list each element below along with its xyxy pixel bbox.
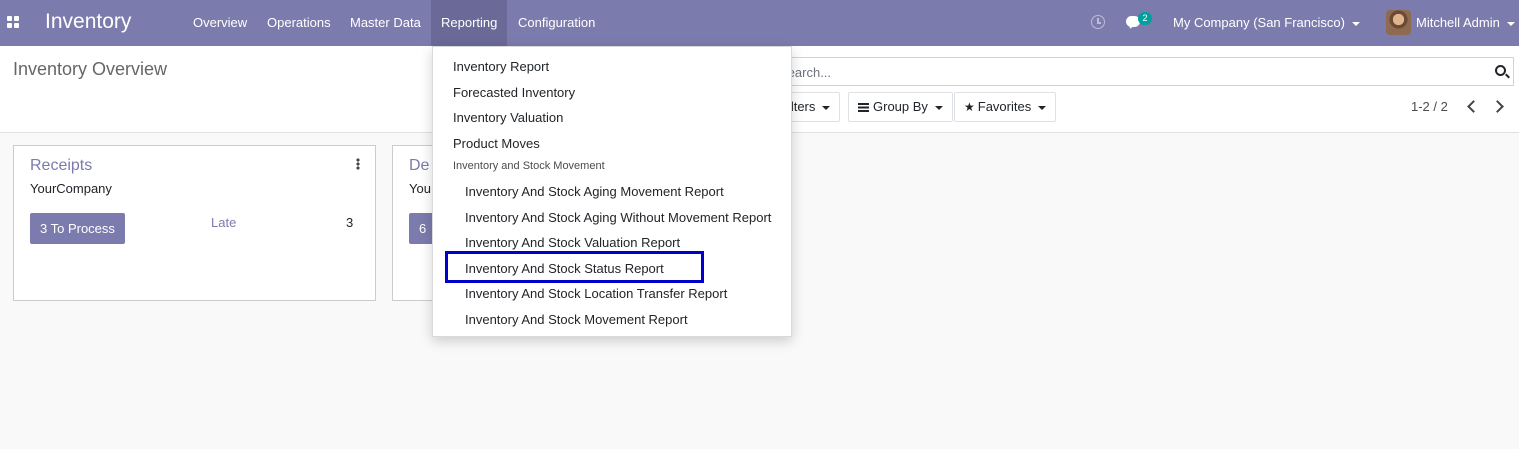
menu-inventory-report[interactable]: Inventory Report xyxy=(453,59,549,74)
highlight-box xyxy=(445,251,704,283)
pager-next-icon[interactable] xyxy=(1490,98,1508,116)
favorites-button[interactable]: ★ Favorites xyxy=(954,92,1057,122)
group-by-label: Group By xyxy=(873,99,928,114)
star-icon: ★ xyxy=(964,100,975,114)
reporting-dropdown: Inventory Report Forecasted Inventory In… xyxy=(432,46,792,337)
late-count[interactable]: 3 xyxy=(346,215,353,230)
page-title: Inventory Overview xyxy=(13,59,168,79)
late-link[interactable]: Late xyxy=(211,215,236,230)
app-title[interactable]: Inventory xyxy=(45,10,131,34)
user-name: Mitchell Admin xyxy=(1416,15,1500,30)
menu-overview[interactable]: Overview xyxy=(183,0,257,46)
user-menu[interactable]: Mitchell Admin xyxy=(1416,0,1515,46)
menu-operations[interactable]: Operations xyxy=(257,0,341,46)
menu-stock-valuation-report[interactable]: Inventory And Stock Valuation Report xyxy=(465,235,680,250)
search-box[interactable] xyxy=(770,57,1514,86)
top-navbar: Inventory Overview Operations Master Dat… xyxy=(0,0,1519,46)
pager-previous-icon[interactable] xyxy=(1462,98,1480,116)
card-company: YourCompany xyxy=(30,181,112,196)
caret-down-icon xyxy=(1038,105,1047,110)
menu-product-moves[interactable]: Product Moves xyxy=(453,136,540,151)
caret-down-icon xyxy=(822,105,831,110)
favorites-label: Favorites xyxy=(977,99,1032,114)
kanban-card-receipts[interactable]: Receipts YourCompany 3 To Process Late 3 xyxy=(13,145,376,301)
company-switcher[interactable]: My Company (San Francisco) xyxy=(1173,0,1360,46)
caret-down-icon xyxy=(1506,21,1515,26)
group-by-button[interactable]: Group By xyxy=(848,92,953,122)
caret-down-icon xyxy=(934,105,943,110)
card-title[interactable]: De xyxy=(409,157,429,175)
activity-clock-icon[interactable] xyxy=(1091,15,1105,29)
chat-count-badge: 2 xyxy=(1138,12,1152,25)
menu-inventory-valuation[interactable]: Inventory Valuation xyxy=(453,110,563,125)
group-by-icon xyxy=(858,103,869,112)
menu-location-transfer-report[interactable]: Inventory And Stock Location Transfer Re… xyxy=(465,286,727,301)
user-avatar[interactable] xyxy=(1386,10,1411,35)
caret-down-icon xyxy=(1351,21,1360,26)
menu-aging-movement-report[interactable]: Inventory And Stock Aging Movement Repor… xyxy=(465,184,724,199)
apps-menu-icon[interactable] xyxy=(7,16,19,28)
menu-reporting[interactable]: Reporting xyxy=(431,0,508,46)
menu-stock-movement-report[interactable]: Inventory And Stock Movement Report xyxy=(465,312,688,327)
company-name: My Company (San Francisco) xyxy=(1173,15,1345,30)
menu-master-data[interactable]: Master Data xyxy=(340,0,431,46)
menu-configuration[interactable]: Configuration xyxy=(508,0,605,46)
menu-section-header: Inventory and Stock Movement xyxy=(453,160,605,172)
card-company: You xyxy=(409,181,431,196)
menu-aging-without-movement-report[interactable]: Inventory And Stock Aging Without Moveme… xyxy=(465,210,771,225)
pager-value[interactable]: 1-2 / 2 xyxy=(1411,99,1448,114)
search-icon[interactable] xyxy=(1495,65,1506,76)
to-process-button[interactable]: 3 To Process xyxy=(30,213,125,244)
menu-forecasted-inventory[interactable]: Forecasted Inventory xyxy=(453,85,575,100)
card-title[interactable]: Receipts xyxy=(30,157,92,175)
card-menu-icon[interactable] xyxy=(356,158,360,170)
search-input[interactable] xyxy=(779,62,1469,82)
